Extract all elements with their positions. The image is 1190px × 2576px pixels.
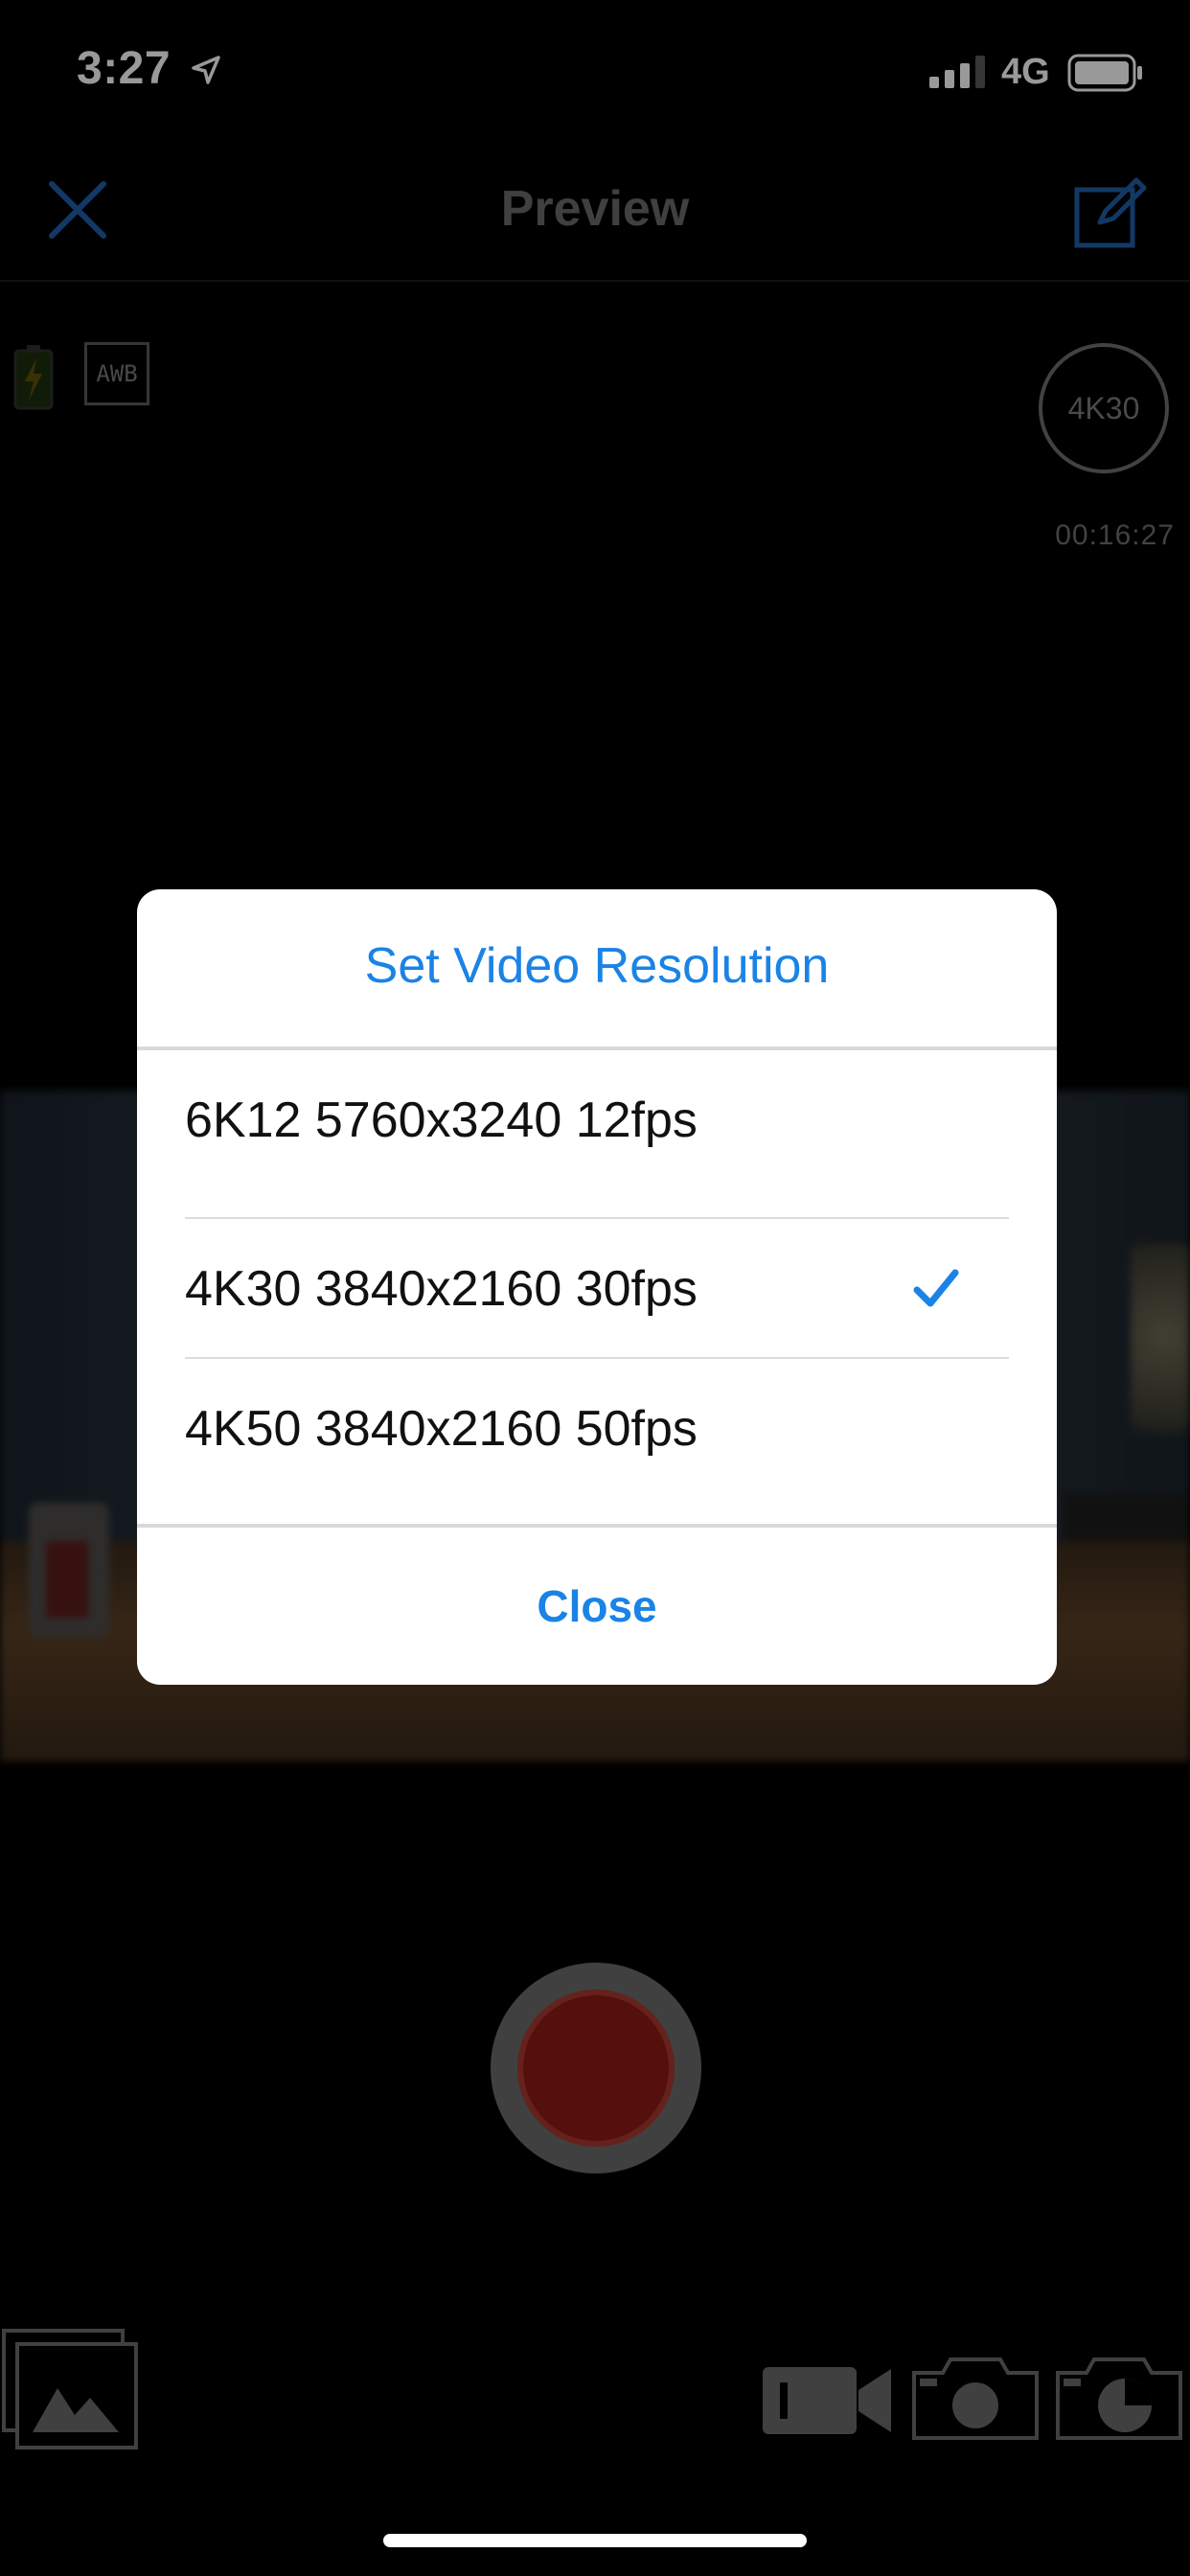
home-indicator[interactable] (383, 2534, 807, 2547)
resolution-option-4k30[interactable]: 4K30 3840x2160 30fps (137, 1219, 1057, 1359)
option-label: 4K30 3840x2160 30fps (185, 1261, 698, 1317)
camera-preview-screen: 3:27 4G Preview AWB 4K30 00:16:27 Set Vi… (0, 0, 1190, 2576)
checkmark-icon (913, 1269, 959, 1307)
resolution-option-4k50[interactable]: 4K50 3840x2160 50fps (137, 1359, 1057, 1499)
resolution-option-6k12[interactable]: 6K12 5760x3240 12fps (137, 1050, 1057, 1190)
dialog-title: Set Video Resolution (364, 938, 830, 994)
option-label: 4K50 3840x2160 50fps (185, 1401, 698, 1457)
option-label: 6K12 5760x3240 12fps (185, 1092, 698, 1148)
resolution-dialog: Set Video Resolution 6K12 5760x3240 12fp… (137, 889, 1057, 1685)
close-button[interactable]: Close (137, 1528, 1057, 1685)
